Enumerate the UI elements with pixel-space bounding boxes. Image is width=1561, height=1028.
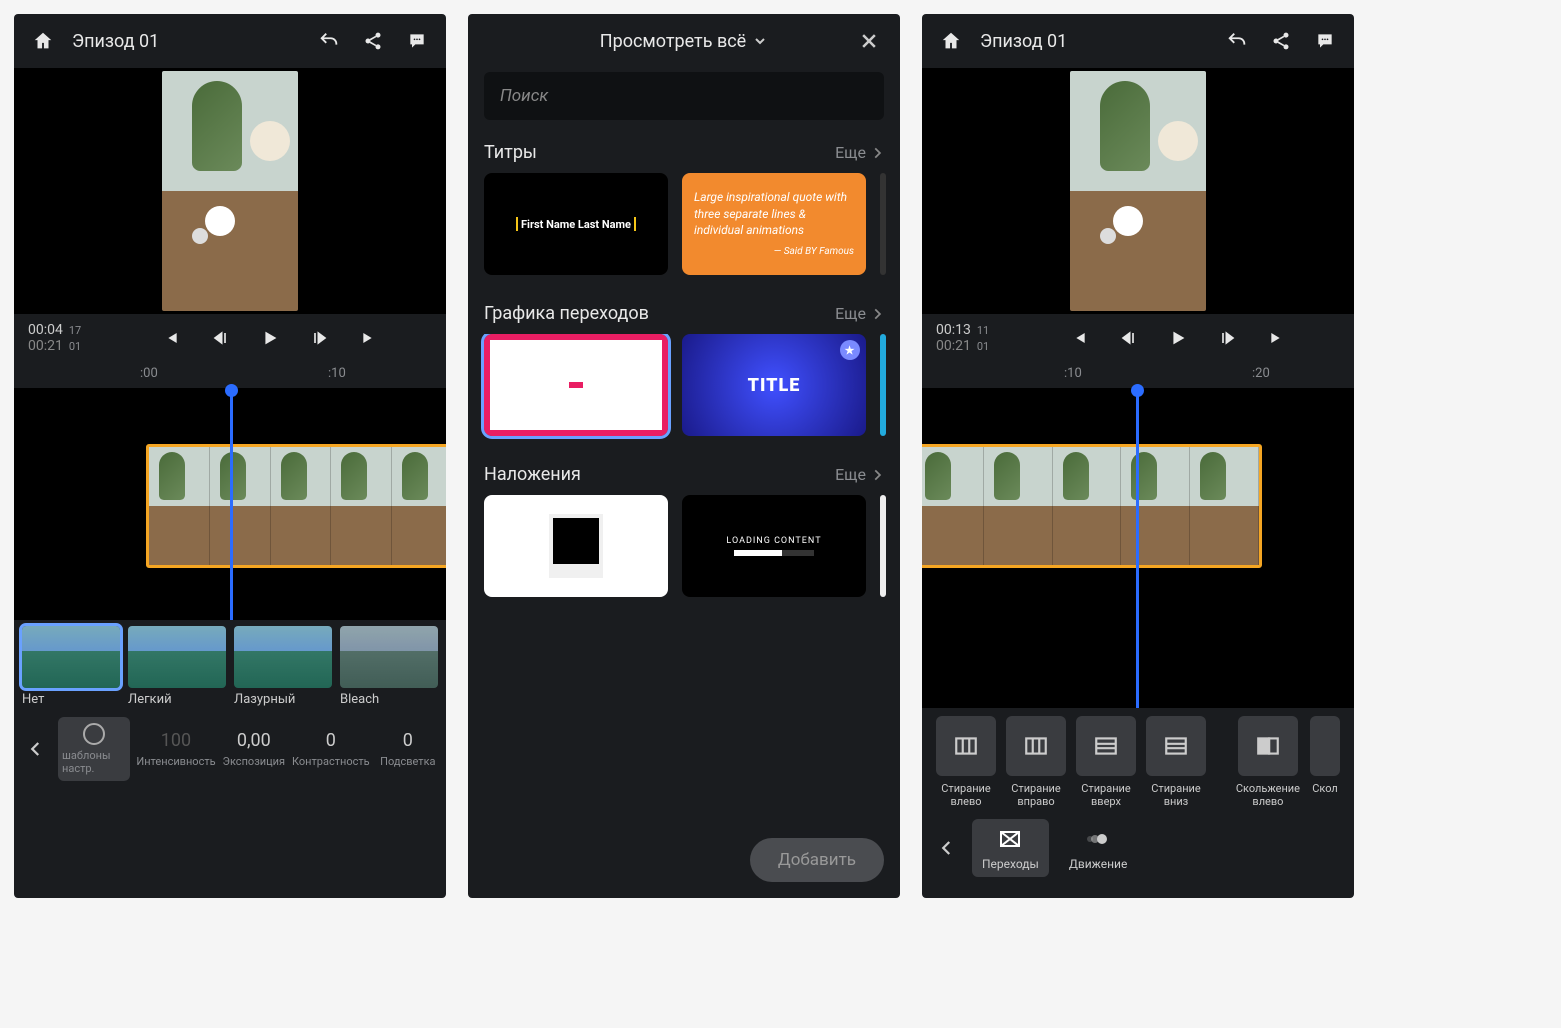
overlay-card-peek[interactable]	[880, 495, 886, 597]
adj-contrast[interactable]: 0Контрастность	[292, 730, 370, 768]
title-card[interactable]: First Name Last Name	[484, 173, 668, 275]
adj-intensity[interactable]: 100Интенсивность	[136, 730, 215, 768]
play-icon[interactable]	[1164, 323, 1192, 353]
section-overlays: Наложения Еще	[468, 454, 900, 495]
title-card-peek[interactable]	[880, 173, 886, 275]
overlay-card[interactable]: LOADING CONTENT	[682, 495, 866, 597]
transport-bar: 00:0417 00:2101	[14, 314, 446, 362]
adj-highlights[interactable]: 0Подсветка	[376, 730, 440, 768]
section-titles: Титры Еще	[468, 132, 900, 173]
editor-screen-transitions: Эпизод 01 00:1311 00:2101 :10 :20 Стиран…	[922, 14, 1354, 898]
filter-strip: Нет Легкий Лазурный Bleach	[14, 620, 446, 716]
step-back-icon[interactable]	[206, 323, 234, 353]
timeline[interactable]	[922, 388, 1354, 708]
goto-end-icon[interactable]	[1264, 323, 1292, 353]
undo-icon[interactable]	[1222, 26, 1252, 56]
share-icon[interactable]	[1266, 26, 1296, 56]
transition-item[interactable]: Скол	[1310, 716, 1340, 808]
timecode: 00:0417 00:2101	[28, 322, 108, 354]
goto-start-icon[interactable]	[1064, 323, 1092, 353]
transition-item[interactable]: Стирание влево	[936, 716, 996, 808]
adj-exposure[interactable]: 0,00Экспозиция	[222, 730, 286, 768]
panel-title[interactable]: Просмотреть всё	[600, 31, 746, 52]
undo-icon[interactable]	[314, 26, 344, 56]
step-fwd-icon[interactable]	[306, 323, 334, 353]
back-icon[interactable]	[20, 734, 52, 764]
transition-item[interactable]: Стирание вниз	[1146, 716, 1206, 808]
transition-card-peek[interactable]	[880, 334, 886, 436]
timecode: 00:1311 00:2101	[936, 322, 1016, 354]
more-button[interactable]: Еще	[835, 143, 884, 162]
timeline-clip[interactable]	[146, 444, 446, 568]
share-icon[interactable]	[358, 26, 388, 56]
home-icon[interactable]	[28, 26, 58, 56]
motion-icon	[1084, 825, 1112, 853]
transition-item[interactable]: Скольжение влево	[1236, 716, 1300, 808]
video-preview[interactable]	[922, 68, 1354, 314]
overlay-card[interactable]	[484, 495, 668, 597]
goto-end-icon[interactable]	[356, 323, 384, 353]
comment-icon[interactable]	[1310, 26, 1340, 56]
panel-header: Просмотреть всё	[468, 14, 900, 68]
filter-item[interactable]: Легкий	[128, 626, 226, 710]
comment-icon[interactable]	[402, 26, 432, 56]
topbar: Эпизод 01	[922, 14, 1354, 68]
transition-card[interactable]	[484, 334, 668, 436]
transport-bar: 00:1311 00:2101	[922, 314, 1354, 362]
section-transitions: Графика переходов Еще	[468, 293, 900, 334]
search-input[interactable]: Поиск	[484, 72, 884, 120]
add-button[interactable]: Добавить	[750, 838, 884, 882]
back-icon[interactable]	[932, 833, 962, 863]
topbar: Эпизод 01	[14, 14, 446, 68]
browse-all-screen: Просмотреть всё Поиск Титры Еще First Na…	[468, 14, 900, 898]
star-icon: ★	[840, 340, 860, 360]
transition-item[interactable]: Стирание вправо	[1006, 716, 1066, 808]
transition-item[interactable]: Стирание вверх	[1076, 716, 1136, 808]
adjustments-bar: шаблоны настр. 100Интенсивность 0,00Эксп…	[14, 716, 446, 782]
transitions-icon	[996, 825, 1024, 853]
playhead[interactable]	[230, 388, 233, 620]
home-icon[interactable]	[936, 26, 966, 56]
filter-item[interactable]: Лазурный	[234, 626, 332, 710]
step-back-icon[interactable]	[1114, 323, 1142, 353]
timeline[interactable]	[14, 388, 446, 620]
mode-motion[interactable]: Движение	[1059, 819, 1137, 877]
filter-item[interactable]: Нет	[22, 626, 120, 710]
project-title: Эпизод 01	[72, 31, 300, 52]
title-card[interactable]: Large inspirational quote with three sep…	[682, 173, 866, 275]
editor-screen-filters: Эпизод 01 00:0417 00:2101 :00 :10 Нет Ле…	[14, 14, 446, 898]
goto-start-icon[interactable]	[156, 323, 184, 353]
transition-card[interactable]: TITLE★	[682, 334, 866, 436]
filter-item[interactable]: Bleach	[340, 626, 438, 710]
video-preview[interactable]	[14, 68, 446, 314]
mode-transitions[interactable]: Переходы	[972, 819, 1049, 877]
project-title: Эпизод 01	[980, 31, 1208, 52]
more-button[interactable]: Еще	[835, 304, 884, 323]
more-button[interactable]: Еще	[835, 465, 884, 484]
mode-row: Переходы Движение	[922, 816, 1354, 880]
close-icon[interactable]	[854, 26, 884, 56]
chevron-down-icon[interactable]	[752, 33, 768, 49]
transition-strip: Стирание влево Стирание вправо Стирание …	[922, 708, 1354, 816]
playhead[interactable]	[1136, 388, 1139, 708]
presets-button[interactable]: шаблоны настр.	[58, 717, 130, 781]
timeline-clip[interactable]	[922, 444, 1262, 568]
step-fwd-icon[interactable]	[1214, 323, 1242, 353]
play-icon[interactable]	[256, 323, 284, 353]
